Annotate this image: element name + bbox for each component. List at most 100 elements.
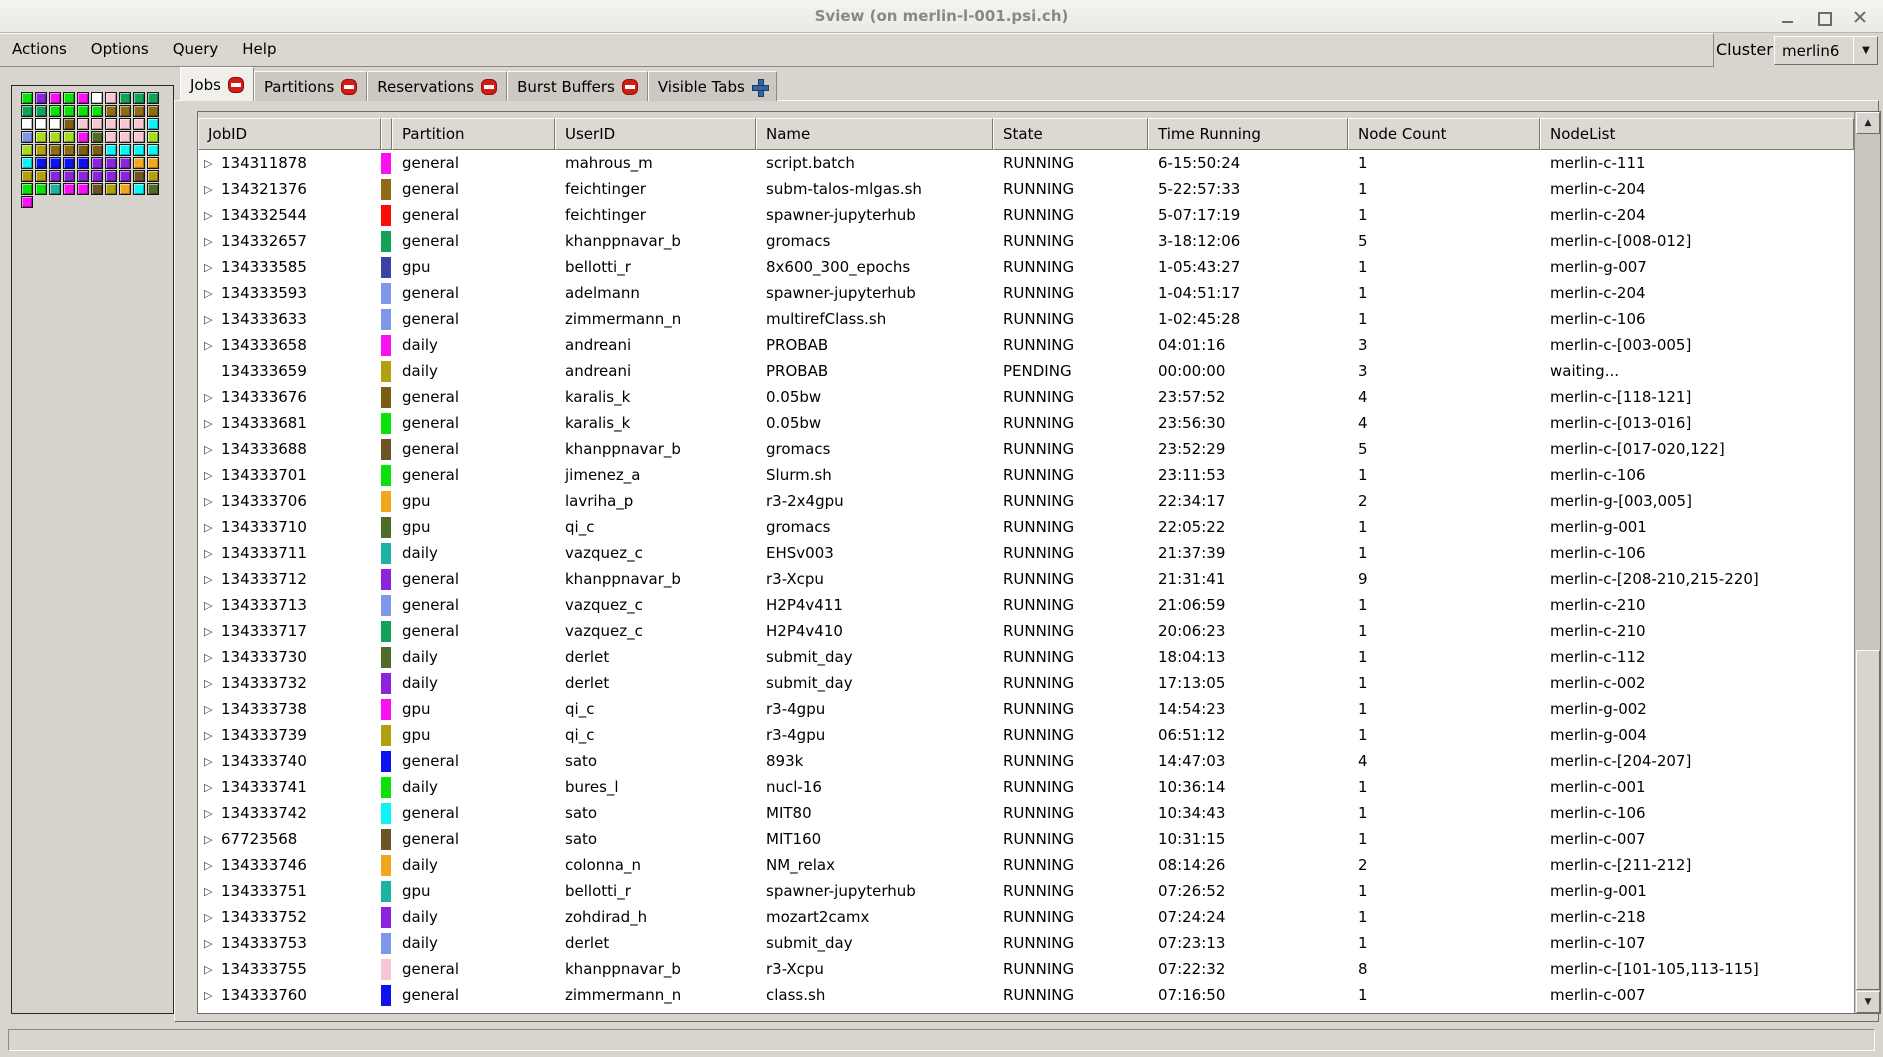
tab-list-icon[interactable] [752,79,767,95]
node-cell[interactable] [77,170,89,182]
expander-icon[interactable]: ▷ [204,729,221,742]
node-cell[interactable] [91,144,103,156]
node-cell[interactable] [49,105,61,117]
node-cell[interactable] [133,118,145,130]
tab-burst-buffers[interactable]: Burst Buffers [507,71,648,101]
expander-icon[interactable]: ▷ [204,599,221,612]
chevron-down-icon[interactable]: ▼ [1855,45,1877,56]
table-row[interactable]: ▷134333751gpubellotti_rspawner-jupyterhu… [198,878,1854,904]
column-header-state[interactable]: State [993,118,1148,150]
expander-icon[interactable]: ▷ [204,677,221,690]
node-cell[interactable] [63,144,75,156]
node-cell[interactable] [35,170,47,182]
expander-icon[interactable]: ▷ [204,703,221,716]
node-cell[interactable] [63,157,75,169]
expander-icon[interactable]: ▷ [204,859,221,872]
table-row[interactable]: ▷134333712generalkhanppnavar_br3-XcpuRUN… [198,566,1854,592]
expander-icon[interactable]: ▷ [204,157,221,170]
table-row[interactable]: ▷134333706gpulavriha_pr3-2x4gpuRUNNING22… [198,488,1854,514]
expander-icon[interactable]: ▷ [204,261,221,274]
node-cell[interactable] [21,131,33,143]
tab-close-icon[interactable] [622,79,638,95]
node-cell[interactable] [147,92,159,104]
node-cell[interactable] [21,92,33,104]
node-cell[interactable] [35,183,47,195]
tab-close-icon[interactable] [481,79,497,95]
node-cell[interactable] [35,118,47,130]
node-cell[interactable] [147,105,159,117]
node-cell[interactable] [77,144,89,156]
expander-icon[interactable]: ▷ [204,807,221,820]
table-row[interactable]: ▷134333730dailyderletsubmit_dayRUNNING18… [198,644,1854,670]
node-cell[interactable] [77,157,89,169]
expander-icon[interactable]: ▷ [204,547,221,560]
table-row[interactable]: ▷134333760generalzimmermann_nclass.shRUN… [198,982,1854,1008]
expander-icon[interactable]: ▷ [204,287,221,300]
cluster-select[interactable]: merlin6 ▼ [1774,36,1878,65]
node-cell[interactable] [119,144,131,156]
table-row[interactable]: ▷134333740generalsato893kRUNNING14:47:03… [198,748,1854,774]
table-row[interactable]: ▷134333711dailyvazquez_cEHSv003RUNNING21… [198,540,1854,566]
table-row[interactable]: ▷134332657generalkhanppnavar_bgromacsRUN… [198,228,1854,254]
node-cell[interactable] [77,105,89,117]
tab-partitions[interactable]: Partitions [254,71,367,101]
vertical-scrollbar[interactable]: ▲ ▼ [1854,112,1880,1013]
scroll-up-button[interactable]: ▲ [1856,112,1880,134]
node-cell[interactable] [147,183,159,195]
expander-icon[interactable]: ▷ [204,651,221,664]
node-cell[interactable] [147,144,159,156]
table-row[interactable]: 134333659dailyandreaniPROBABPENDING00:00… [198,358,1854,384]
expander-icon[interactable]: ▷ [204,209,221,222]
node-cell[interactable] [77,118,89,130]
node-cell[interactable] [91,105,103,117]
table-row[interactable]: ▷134333742generalsatoMIT80RUNNING10:34:4… [198,800,1854,826]
column-header-nodelist[interactable]: NodeList [1540,118,1854,150]
close-icon[interactable] [1851,8,1869,26]
expander-icon[interactable]: ▷ [204,313,221,326]
expander-icon[interactable]: ▷ [204,885,221,898]
table-row[interactable]: ▷134333752dailyzohdirad_hmozart2camxRUNN… [198,904,1854,930]
node-cell[interactable] [49,131,61,143]
minimize-icon[interactable] [1779,8,1797,26]
tab-jobs[interactable]: Jobs [180,67,254,101]
node-cell[interactable] [119,105,131,117]
node-cell[interactable] [119,92,131,104]
table-row[interactable]: ▷134333701generaljimenez_aSlurm.shRUNNIN… [198,462,1854,488]
table-row[interactable]: ▷134332544generalfeichtingerspawner-jupy… [198,202,1854,228]
node-cell[interactable] [147,118,159,130]
menu-query[interactable]: Query [161,34,231,65]
table-row[interactable]: ▷134333753dailyderletsubmit_dayRUNNING07… [198,930,1854,956]
expander-icon[interactable]: ▷ [204,781,221,794]
expander-icon[interactable]: ▷ [204,937,221,950]
expander-icon[interactable]: ▷ [204,833,221,846]
node-cell[interactable] [35,144,47,156]
node-cell[interactable] [21,157,33,169]
node-cell[interactable] [133,157,145,169]
node-cell[interactable] [147,170,159,182]
table-row[interactable]: ▷134333658dailyandreaniPROBABRUNNING04:0… [198,332,1854,358]
expander-icon[interactable]: ▷ [204,625,221,638]
table-row[interactable]: ▷134333713generalvazquez_cH2P4v411RUNNIN… [198,592,1854,618]
menu-actions[interactable]: Actions [0,34,79,65]
table-row[interactable]: ▷134333681generalkaralis_k0.05bwRUNNING2… [198,410,1854,436]
column-header-partition[interactable]: Partition [392,118,555,150]
tab-reservations[interactable]: Reservations [367,71,507,101]
node-cell[interactable] [133,144,145,156]
node-cell[interactable] [119,157,131,169]
table-row[interactable]: ▷134333593generaladelmannspawner-jupyter… [198,280,1854,306]
node-cell[interactable] [63,118,75,130]
node-cell[interactable] [119,170,131,182]
column-header-swatch[interactable] [381,118,392,150]
tab-close-icon[interactable] [228,77,244,93]
node-cell[interactable] [77,131,89,143]
column-header-name[interactable]: Name [756,118,993,150]
tab-visible-tabs[interactable]: Visible Tabs [648,71,777,101]
column-header-jobid[interactable]: JobID [198,118,381,150]
scroll-down-button[interactable]: ▼ [1856,991,1880,1013]
node-cell[interactable] [105,92,117,104]
node-cell[interactable] [49,183,61,195]
node-cell[interactable] [105,157,117,169]
node-cell[interactable] [63,183,75,195]
expander-icon[interactable]: ▷ [204,183,221,196]
node-cell[interactable] [133,92,145,104]
